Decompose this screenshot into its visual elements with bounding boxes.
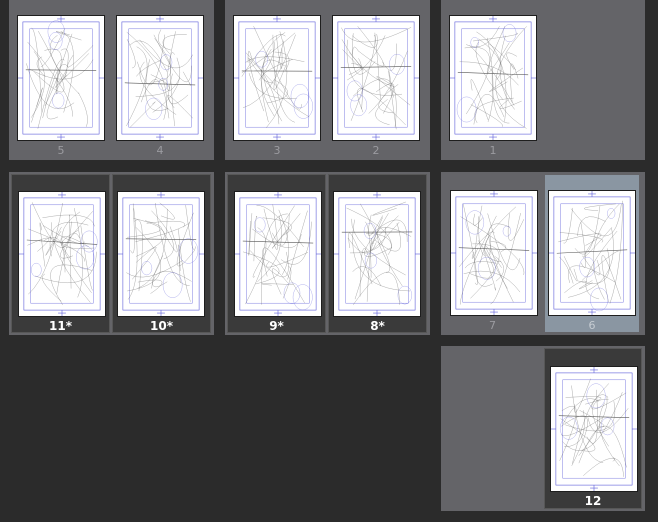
page-thumbnail xyxy=(234,191,322,317)
page-5[interactable]: 5 xyxy=(9,0,113,160)
page-thumbnail xyxy=(332,15,420,141)
page-number-label: 7 xyxy=(489,319,496,332)
spread-5-4: 5 4 xyxy=(9,0,214,160)
page-11[interactable]: 11* xyxy=(11,174,110,333)
page-2[interactable]: 2 xyxy=(324,0,428,160)
page-number-label: 1 xyxy=(489,144,497,157)
spread-9-8: 9* 8* xyxy=(225,172,430,335)
page-thumbnail xyxy=(333,191,421,317)
page-number-label: 12 xyxy=(584,494,602,508)
spread-11-10: 11* 10* xyxy=(9,172,214,335)
manuscript-sketch xyxy=(334,192,420,316)
page-thumbnail xyxy=(233,15,321,141)
manuscript-sketch xyxy=(549,191,635,315)
manuscript-sketch xyxy=(118,192,204,316)
page-number-label: 6 xyxy=(588,319,596,332)
manuscript-sketch xyxy=(551,367,637,491)
page-4[interactable]: 4 xyxy=(108,0,212,160)
spread-1: 1 xyxy=(441,0,645,160)
page-thumbnail xyxy=(117,191,205,317)
page-7[interactable]: 7 xyxy=(441,172,544,335)
page-12[interactable]: 12 xyxy=(544,348,642,509)
page-thumbnail xyxy=(548,190,636,316)
page-number-label: 4 xyxy=(156,144,164,157)
page-8[interactable]: 8* xyxy=(328,174,427,333)
page-number-label: 5 xyxy=(57,144,65,157)
manuscript-sketch xyxy=(18,16,104,140)
manuscript-sketch xyxy=(333,16,419,140)
manuscript-sketch xyxy=(450,16,536,140)
page-number-label: 9* xyxy=(269,319,284,333)
manuscript-sketch xyxy=(451,191,537,315)
page-thumbnail xyxy=(449,15,537,141)
page-number-label: 10* xyxy=(150,319,173,333)
spread-7-6: 7 6 xyxy=(441,172,645,335)
page-6[interactable]: 6 xyxy=(545,175,639,332)
page-thumbnail xyxy=(17,15,105,141)
page-thumbnail xyxy=(18,191,106,317)
page-number-label: 2 xyxy=(372,144,380,157)
manuscript-sketch xyxy=(234,16,320,140)
manuscript-sketch xyxy=(235,192,321,316)
page-thumbnail xyxy=(550,366,638,492)
manuscript-sketch xyxy=(19,192,105,316)
page-3[interactable]: 3 xyxy=(225,0,329,160)
page-10[interactable]: 10* xyxy=(112,174,211,333)
page-manager-canvas: 5 4 3 2 1 11* 10* 9* 8* 7 6 12 xyxy=(0,0,658,522)
page-thumbnail xyxy=(116,15,204,141)
page-number-label: 3 xyxy=(273,144,281,157)
page-number-label: 8* xyxy=(370,319,385,333)
page-thumbnail xyxy=(450,190,538,316)
spread-3-2: 3 2 xyxy=(225,0,430,160)
page-number-label: 11* xyxy=(49,319,72,333)
manuscript-sketch xyxy=(117,16,203,140)
page-9[interactable]: 9* xyxy=(227,174,326,333)
page-1[interactable]: 1 xyxy=(441,0,545,160)
spread-12: 12 xyxy=(441,346,645,511)
